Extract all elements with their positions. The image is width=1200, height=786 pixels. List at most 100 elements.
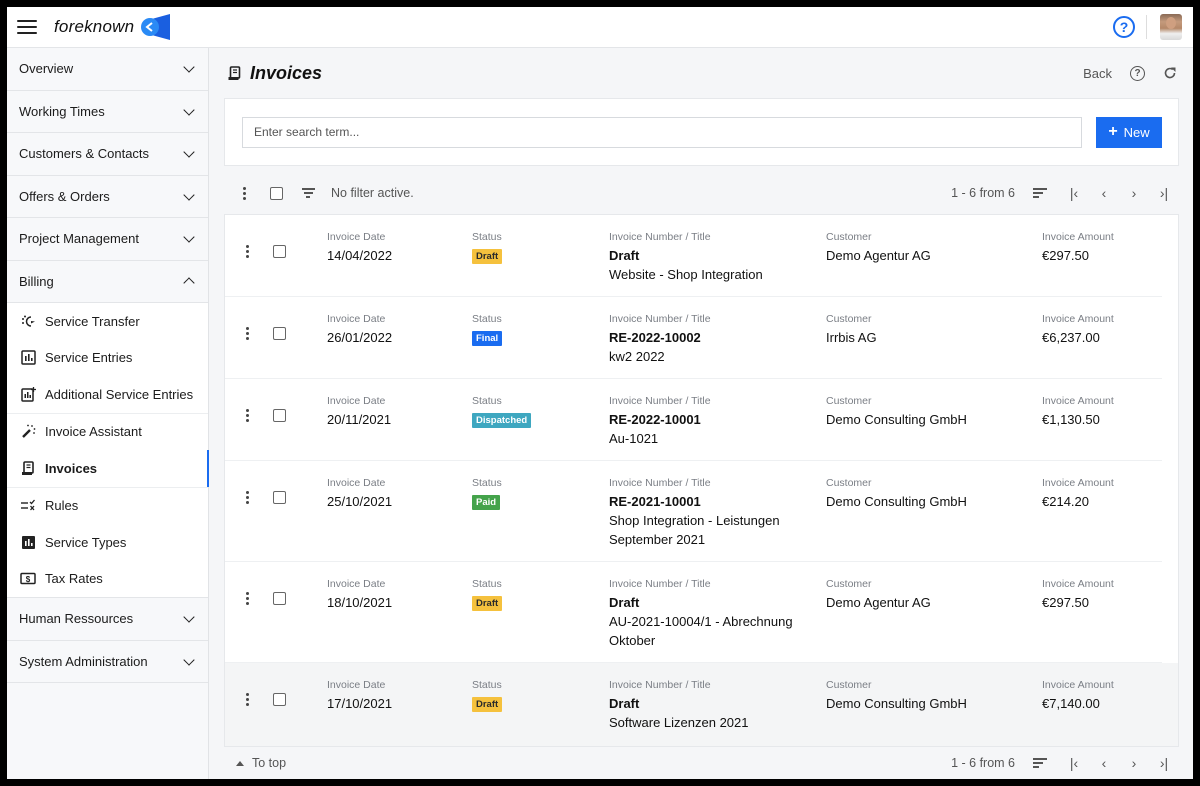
help-icon[interactable]: ?	[1130, 65, 1145, 81]
column-label: Invoice Number / Title	[609, 313, 711, 325]
status-badge: Draft	[472, 249, 503, 264]
status-badge: Dispatched	[472, 413, 532, 428]
sidebar-group-customers-contacts[interactable]: Customers & Contacts	[7, 133, 208, 176]
table-row[interactable]: Invoice Date 20/11/2021 Status Dispatche…	[225, 379, 1162, 461]
customer-cell: Customer Demo Consulting GmbH	[826, 395, 967, 429]
sidebar-item-invoice-assistant[interactable]: Invoice Assistant	[7, 414, 208, 451]
sidebar-group-human-ressources[interactable]: Human Ressources	[7, 598, 208, 641]
brand-logo-icon	[141, 14, 171, 40]
invoice-number[interactable]: RE-2021-10001	[609, 492, 809, 511]
row-checkbox[interactable]	[273, 327, 286, 340]
pagination-bottom: 1 - 6 from 6 |‹ ‹ › ›|	[951, 755, 1179, 771]
row-actions-icon[interactable]	[241, 327, 253, 340]
first-page-button[interactable]: |‹	[1059, 185, 1089, 201]
new-invoice-button[interactable]: + New	[1096, 116, 1162, 148]
row-checkbox[interactable]	[273, 491, 286, 504]
row-checkbox[interactable]	[273, 592, 286, 605]
invoice-title: Website - Shop Integration	[609, 267, 763, 282]
sidebar: Overview Working Times Customers & Contact…	[7, 48, 209, 779]
status-cell: Status Paid	[472, 477, 502, 510]
sort-icon[interactable]	[1033, 758, 1049, 768]
row-actions-icon[interactable]	[241, 693, 253, 706]
invoice-date: 17/10/2021	[327, 696, 393, 711]
search-input[interactable]	[242, 116, 1082, 148]
row-actions-icon[interactable]	[241, 592, 253, 605]
invoice-amount: €7,140.00	[1042, 696, 1100, 711]
sidebar-item-rules[interactable]: Rules	[7, 488, 208, 525]
next-page-button[interactable]: ›	[1119, 185, 1149, 201]
page-range: 1 - 6 from 6	[951, 186, 1015, 200]
page-range: 1 - 6 from 6	[951, 756, 1015, 770]
filter-icon[interactable]	[301, 188, 315, 198]
sidebar-item-service-types[interactable]: Service Types	[7, 524, 208, 561]
list-toolbar: No filter active. 1 - 6 from 6 |‹ ‹ › ›|	[224, 172, 1179, 214]
first-page-button[interactable]: |‹	[1059, 755, 1089, 771]
invoice-number[interactable]: Draft	[609, 246, 809, 265]
sort-icon[interactable]	[1033, 188, 1049, 198]
sidebar-item-additional-service-entries[interactable]: Additional Service Entries	[7, 376, 208, 413]
sidebar-group-overview[interactable]: Overview	[7, 48, 208, 91]
invoice-number-cell: Invoice Number / Title Draft AU-2021-100…	[609, 578, 809, 650]
sidebar-item-label: Rules	[45, 498, 79, 514]
last-page-button[interactable]: ›|	[1149, 755, 1179, 771]
sidebar-group-system-administration[interactable]: System Administration	[7, 640, 208, 683]
plus-icon: +	[1108, 123, 1118, 140]
sidebar-group-project-management[interactable]: Project Management	[7, 218, 208, 261]
next-page-button[interactable]: ›	[1119, 755, 1149, 771]
bulk-actions-icon[interactable]	[238, 186, 250, 200]
sidebar-item-service-entries[interactable]: Service Entries	[7, 340, 208, 377]
sidebar-group-label: Human Ressources	[19, 611, 134, 627]
invoice-number[interactable]: RE-2022-10001	[609, 410, 809, 429]
top-bar: foreknown ?	[7, 7, 1193, 48]
help-icon[interactable]: ?	[1113, 16, 1135, 38]
table-row[interactable]: Invoice Date 17/10/2021 Status Draft Inv…	[225, 663, 1178, 746]
sidebar-item-tax-rates[interactable]: $ Tax Rates	[7, 561, 208, 598]
chevron-down-icon	[183, 61, 195, 73]
invoice-number-cell: Invoice Number / Title RE-2021-10001 Sho…	[609, 477, 809, 549]
to-top-button[interactable]: To top	[236, 756, 286, 770]
amount-cell: Invoice Amount €297.50	[1042, 231, 1114, 265]
invoice-title: Shop Integration - Leistungen September …	[609, 513, 780, 547]
invoice-title: kw2 2022	[609, 349, 665, 364]
back-button[interactable]: Back	[1083, 66, 1112, 81]
row-actions-icon[interactable]	[241, 245, 253, 258]
sidebar-item-service-transfer[interactable]: Service Transfer	[7, 303, 208, 340]
column-label: Invoice Amount	[1042, 578, 1114, 590]
sidebar-group-offers-orders[interactable]: Offers & Orders	[7, 175, 208, 218]
amount-cell: Invoice Amount €1,130.50	[1042, 395, 1114, 429]
table-row[interactable]: Invoice Date 25/10/2021 Status Paid Invo…	[225, 461, 1162, 562]
column-label: Invoice Number / Title	[609, 477, 711, 489]
sidebar-group-working-times[interactable]: Working Times	[7, 90, 208, 133]
sidebar-group-billing[interactable]: Billing	[7, 260, 208, 303]
table-row[interactable]: Invoice Date 18/10/2021 Status Draft Inv…	[225, 562, 1162, 663]
chevron-down-icon	[183, 231, 195, 243]
sidebar-item-invoices[interactable]: Invoices	[7, 450, 209, 487]
invoice-date: 20/11/2021	[327, 412, 392, 427]
row-checkbox[interactable]	[273, 245, 286, 258]
column-label: Invoice Number / Title	[609, 231, 711, 243]
invoice-date-cell: Invoice Date 17/10/2021	[327, 679, 392, 713]
column-label: Invoice Amount	[1042, 313, 1114, 325]
invoice-number[interactable]: RE-2022-10002	[609, 328, 809, 347]
prev-page-button[interactable]: ‹	[1089, 185, 1119, 201]
user-avatar[interactable]	[1160, 14, 1182, 40]
refresh-icon[interactable]	[1163, 66, 1177, 80]
row-actions-icon[interactable]	[241, 409, 253, 422]
brand-name: foreknown	[54, 17, 135, 36]
invoice-number[interactable]: Draft	[609, 694, 809, 713]
invoice-number[interactable]: Draft	[609, 593, 809, 612]
sidebar-group-label: Billing	[19, 273, 54, 289]
menu-icon[interactable]	[17, 20, 37, 34]
status-badge: Draft	[472, 596, 503, 611]
row-checkbox[interactable]	[273, 409, 286, 422]
row-actions-icon[interactable]	[241, 491, 253, 504]
row-checkbox[interactable]	[273, 693, 286, 706]
select-all-checkbox[interactable]	[270, 186, 283, 200]
sidebar-item-label: Service Entries	[45, 350, 133, 366]
table-row[interactable]: Invoice Date 14/04/2022 Status Draft Inv…	[225, 215, 1162, 297]
prev-page-button[interactable]: ‹	[1089, 755, 1119, 771]
logo[interactable]: foreknown	[54, 14, 171, 40]
last-page-button[interactable]: ›|	[1149, 185, 1179, 201]
table-row[interactable]: Invoice Date 26/01/2022 Status Final Inv…	[225, 297, 1162, 379]
column-label: Customer	[826, 578, 872, 590]
